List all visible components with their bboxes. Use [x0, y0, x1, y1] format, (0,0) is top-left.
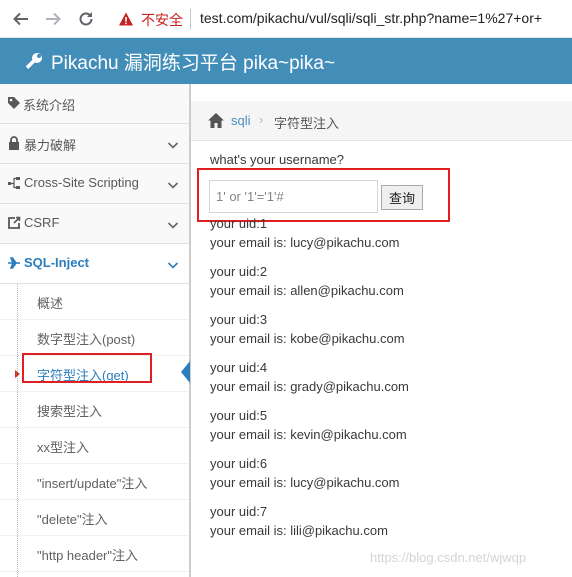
network-icon: [7, 176, 21, 190]
submenu-item-numeric-post[interactable]: 数字型注入(post): [0, 320, 189, 356]
sidebar-item-intro[interactable]: 系统介绍: [0, 84, 189, 124]
result-entry: your uid:2 your email is: allen@pikachu.…: [210, 262, 404, 300]
sidebar-item-label: Cross-Site Scripting: [24, 175, 139, 190]
app-title[interactable]: Pikachu 漏洞练习平台 pika~pika~: [51, 48, 335, 75]
result-uid: your uid:5: [210, 408, 268, 423]
sidebar-item-label: CSRF: [24, 215, 60, 230]
submenu-item-label: "insert/update"注入: [37, 476, 148, 491]
result-uid: your uid:7: [210, 504, 268, 519]
result-uid: your uid:3: [210, 312, 268, 327]
watermark: https://blog.csdn.net/wjwqp: [370, 550, 527, 565]
caret-right-icon: [15, 370, 20, 378]
result-email: your email is: kevin@pikachu.com: [210, 427, 407, 442]
sidebar-item-brute-force[interactable]: 暴力破解: [0, 124, 189, 164]
breadcrumb: sqli › 字符型注入: [191, 101, 572, 141]
username-prompt: what's your username?: [210, 152, 344, 167]
external-link-icon: [7, 216, 21, 230]
sidebar-border: [189, 84, 191, 577]
result-entry: your uid:4 your email is: grady@pikachu.…: [210, 358, 409, 396]
warning-icon[interactable]: [118, 11, 134, 27]
sidebar-item-sql-inject[interactable]: SQL-Inject: [0, 244, 189, 284]
submenu-item-label: 搜索型注入: [37, 404, 103, 419]
submenu-item-delete[interactable]: "delete"注入: [0, 500, 189, 536]
browser-toolbar: 不安全 test.com/pikachu/vul/sqli/sqli_str.p…: [0, 0, 572, 38]
sidebar-item-csrf[interactable]: CSRF: [0, 204, 189, 244]
breadcrumb-link-sqli[interactable]: sqli: [231, 113, 251, 128]
breadcrumb-current: 字符型注入: [274, 116, 340, 131]
result-email: your email is: lili@pikachu.com: [210, 523, 388, 538]
submenu-item-insert-update[interactable]: "insert/update"注入: [0, 464, 189, 500]
lock-icon: [7, 136, 21, 150]
app-header: Pikachu 漏洞练习平台 pika~pika~: [0, 38, 572, 84]
result-entry: your uid:3 your email is: kobe@pikachu.c…: [210, 310, 405, 348]
result-email: your email is: grady@pikachu.com: [210, 379, 409, 394]
back-arrow-icon[interactable]: [10, 8, 32, 30]
result-email: your email is: lucy@pikachu.com: [210, 235, 400, 250]
tag-icon: [7, 96, 21, 110]
submenu-item-xx[interactable]: xx型注入: [0, 428, 189, 464]
address-divider: [190, 9, 191, 29]
submenu-item-label: xx型注入: [37, 440, 90, 455]
active-item-pointer: [181, 361, 190, 383]
result-email: your email is: lucy@pikachu.com: [210, 475, 400, 490]
chevron-down-icon: [167, 258, 179, 270]
result-entry: your uid:7 your email is: lili@pikachu.c…: [210, 502, 388, 540]
result-entry: your uid:5 your email is: kevin@pikachu.…: [210, 406, 407, 444]
query-button[interactable]: 查询: [381, 185, 423, 210]
breadcrumb-separator: ›: [259, 112, 264, 127]
chevron-down-icon: [167, 138, 179, 150]
submenu-item-search[interactable]: 搜索型注入: [0, 392, 189, 428]
submenu-item-label: 概述: [37, 296, 64, 311]
reload-icon[interactable]: [75, 8, 97, 30]
plane-icon: [7, 256, 21, 270]
sidebar-item-label: 暴力破解: [24, 138, 77, 153]
chevron-down-icon: [167, 178, 179, 190]
submenu-item-label: "delete"注入: [37, 512, 108, 527]
sidebar-item-xss[interactable]: Cross-Site Scripting: [0, 164, 189, 204]
result-uid: your uid:6: [210, 456, 268, 471]
result-email: your email is: allen@pikachu.com: [210, 283, 404, 298]
submenu-item-overview[interactable]: 概述: [0, 284, 189, 320]
result-entry: your uid:1 your email is: lucy@pikachu.c…: [210, 214, 399, 252]
result-uid: your uid:4: [210, 360, 268, 375]
submenu-item-label: 数字型注入(post): [37, 332, 136, 347]
result-uid: your uid:1: [210, 216, 268, 231]
insecure-label[interactable]: 不安全: [141, 10, 183, 30]
address-bar-url[interactable]: test.com/pikachu/vul/sqli/sqli_str.php?n…: [200, 10, 542, 26]
submenu-item-http-header[interactable]: "http header"注入: [0, 536, 189, 572]
username-input[interactable]: [209, 180, 378, 213]
sidebar-item-label: 系统介绍: [23, 98, 76, 113]
result-uid: your uid:2: [210, 264, 268, 279]
result-email: your email is: kobe@pikachu.com: [210, 331, 405, 346]
annotation-box-sidebar: [22, 353, 152, 383]
result-entry: your uid:6 your email is: lucy@pikachu.c…: [210, 454, 399, 492]
sidebar-item-label: SQL-Inject: [24, 255, 90, 270]
home-icon[interactable]: [207, 112, 225, 129]
chevron-down-icon: [167, 218, 179, 230]
forward-arrow-icon[interactable]: [42, 8, 64, 30]
submenu-item-label: "http header"注入: [37, 548, 139, 563]
wrench-icon: [24, 51, 44, 71]
